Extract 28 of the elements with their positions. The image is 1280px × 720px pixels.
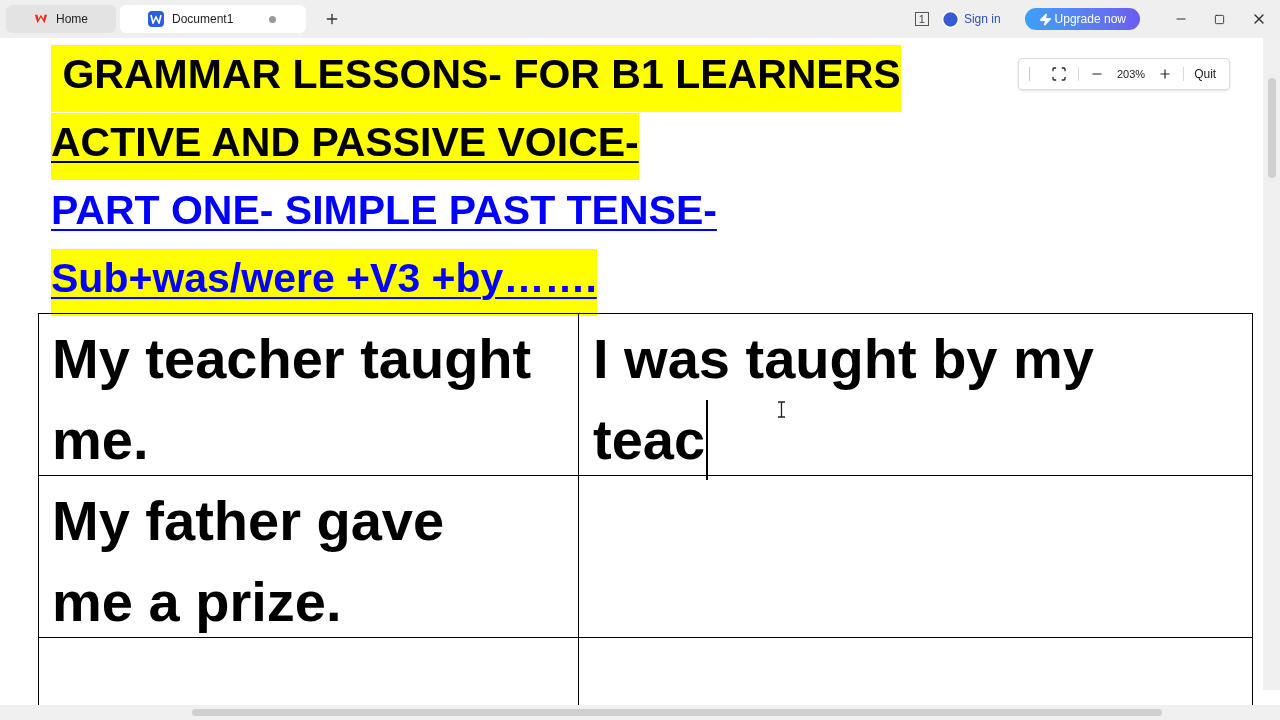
tab[interactable]: Document1 (120, 5, 306, 33)
table-cell: My teacher taught me. (39, 314, 579, 476)
logo-icon (34, 12, 48, 26)
page-count-button[interactable]: 1 (914, 12, 929, 26)
fit-page-button[interactable] (1050, 65, 1068, 83)
horizontal-scrollbar[interactable] (0, 705, 1280, 720)
heading-text: GRAMMAR LESSONS- FOR B1 LEARNERS (61, 50, 901, 97)
lightning-icon (1038, 12, 1052, 26)
zoom-level: 203% (1117, 66, 1146, 82)
scrollbar-thumb[interactable] (1267, 78, 1276, 178)
ibeam-cursor-icon (777, 401, 786, 418)
plus-icon (324, 11, 340, 27)
heading-text: PART ONE- SIMPLE PAST TENSE- (51, 186, 717, 233)
vertical-scrollbar[interactable] (1263, 38, 1280, 690)
heading-text: ACTIVE AND PASSIVE VOICE- (51, 118, 639, 165)
sign-in-button[interactable]: Sign in (940, 9, 1001, 29)
upgrade-button[interactable]: Upgrade now (1024, 8, 1140, 30)
table-cell: My father gave me a prize. (39, 476, 579, 638)
table-cell: I was taught by my teac (579, 314, 1253, 476)
tab[interactable]: Home (6, 5, 116, 33)
user-icon (940, 9, 960, 29)
document-icon (148, 11, 164, 27)
heading-text: Sub+was/were +V3 +by……. (51, 254, 597, 301)
plus-icon (1158, 67, 1173, 81)
scrollbar-thumb[interactable] (192, 709, 1162, 716)
maximize-icon (1213, 13, 1225, 25)
quit-button[interactable]: Quit (1194, 65, 1217, 83)
fit-page-icon (1051, 66, 1067, 82)
